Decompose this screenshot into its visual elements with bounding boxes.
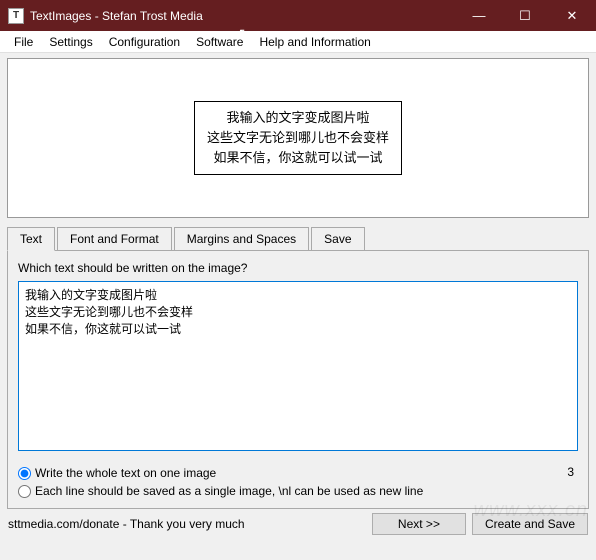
menubar: File Settings Configuration Software Hel… [0, 31, 596, 53]
tab-font-and-format[interactable]: Font and Format [57, 227, 172, 251]
menu-help[interactable]: Help and Information [251, 33, 378, 51]
menu-settings[interactable]: Settings [41, 33, 100, 51]
window-controls: — ☐ ✕ [456, 0, 596, 31]
tab-save[interactable]: Save [311, 227, 364, 251]
app-icon: T [8, 8, 24, 24]
close-button[interactable]: ✕ [548, 0, 596, 31]
radio-each-line-label: Each line should be saved as a single im… [35, 484, 423, 498]
menu-configuration[interactable]: Configuration [101, 33, 188, 51]
next-button[interactable]: Next >> [372, 513, 466, 535]
radio-each-line[interactable] [18, 485, 31, 498]
footer-text: sttmedia.com/donate - Thank you very muc… [8, 517, 372, 531]
tab-panel-text: Which text should be written on the imag… [7, 250, 589, 509]
preview-line-3: 如果不信，你这就可以试一试 [207, 148, 389, 168]
footer: sttmedia.com/donate - Thank you very muc… [0, 509, 596, 535]
text-input[interactable] [18, 281, 578, 451]
input-question-label: Which text should be written on the imag… [18, 261, 578, 275]
maximize-button[interactable]: ☐ [502, 0, 548, 31]
tab-margins-and-spaces[interactable]: Margins and Spaces [174, 227, 309, 251]
radio-whole-text[interactable] [18, 467, 31, 480]
menu-file[interactable]: File [6, 33, 41, 51]
preview-line-2: 这些文字无论到哪儿也不会变样 [207, 128, 389, 148]
preview-area: 我输入的文字变成图片啦 这些文字无论到哪儿也不会变样 如果不信，你这就可以试一试 [7, 58, 589, 218]
preview-text-box: 我输入的文字变成图片啦 这些文字无论到哪儿也不会变样 如果不信，你这就可以试一试 [194, 101, 402, 175]
titlebar: T TextImages - Stefan Trost Media — ☐ ✕ [0, 0, 596, 31]
radio-each-line-row: Each line should be saved as a single im… [18, 484, 578, 498]
menu-software[interactable]: Software [188, 33, 251, 51]
preview-line-1: 我输入的文字变成图片啦 [207, 108, 389, 128]
radio-whole-text-label: Write the whole text on one image [35, 466, 216, 480]
window-title: TextImages - Stefan Trost Media [30, 9, 456, 23]
minimize-button[interactable]: — [456, 0, 502, 31]
radio-whole-text-row: Write the whole text on one image [18, 466, 578, 480]
tab-strip: Text Font and Format Margins and Spaces … [7, 226, 589, 250]
create-and-save-button[interactable]: Create and Save [472, 513, 588, 535]
line-count: 3 [567, 465, 574, 479]
tab-text[interactable]: Text [7, 227, 55, 251]
